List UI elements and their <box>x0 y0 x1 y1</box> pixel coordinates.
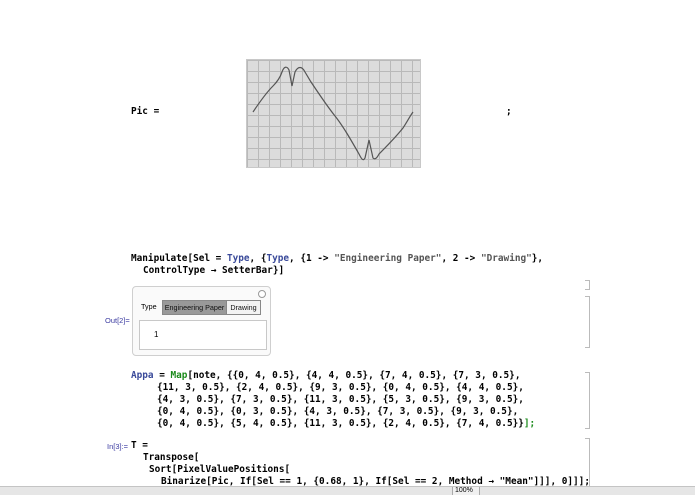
manipulate-input-line2[interactable]: ControlType → SetterBar}] <box>143 265 284 276</box>
waveform-drawing <box>252 66 414 161</box>
input-label: In[3]:= <box>107 442 129 451</box>
pic-assignment-label: Pic = <box>131 106 160 117</box>
manipulate-output-area: 1 <box>139 320 267 350</box>
code-token: Manipulate[Sel = <box>131 253 227 264</box>
manipulate-output-value: 1 <box>154 330 159 339</box>
setter-drawing[interactable]: Drawing <box>226 300 261 315</box>
code-token: Map <box>170 370 188 381</box>
appa-input-line3[interactable]: {4, 3, 0.5}, {7, 3, 0.5}, {11, 3, 0.5}, … <box>157 394 524 405</box>
code-token: Type <box>226 253 250 264</box>
appa-input-line1[interactable]: Appa = Map[note, {{0, 4, 0.5}, {4, 4, 0.… <box>131 370 520 381</box>
code-token: {0, 4, 0.5}, {5, 4, 0.5}, {11, 3, 0.5}, … <box>157 418 524 429</box>
appa-input-line5[interactable]: {0, 4, 0.5}, {5, 4, 0.5}, {11, 3, 0.5}, … <box>157 418 535 429</box>
code-token: [note, {{0, 4, 0.5}, {4, 4, 0.5}, {7, 4,… <box>187 370 521 381</box>
manipulate-panel[interactable]: Type Engineering Paper Drawing 1 <box>132 286 271 356</box>
setter-engineering-paper[interactable]: Engineering Paper <box>162 300 227 315</box>
pic-semicolon: ; <box>506 106 512 117</box>
t-input-line1[interactable]: T = <box>131 440 148 451</box>
appa-input-line4[interactable]: {0, 4, 0.5}, {0, 3, 0.5}, {4, 3, 0.5}, {… <box>157 406 518 417</box>
code-token: , {1 -> <box>289 253 335 264</box>
code-token: = <box>153 370 171 381</box>
code-token: , { <box>249 253 267 264</box>
code-string: "Drawing" <box>480 253 532 264</box>
cell-bracket[interactable] <box>585 280 590 290</box>
code-string: "Engineering Paper" <box>334 253 442 264</box>
cell-bracket[interactable] <box>585 372 590 429</box>
engineering-paper-image <box>246 59 421 168</box>
code-token: }, <box>531 253 544 264</box>
code-token: , 2 -> <box>441 253 481 264</box>
code-token: Appa <box>131 370 154 381</box>
cell-bracket[interactable] <box>585 296 590 348</box>
code-token: ]; <box>523 418 536 429</box>
manipulate-input-line1[interactable]: Manipulate[Sel = Type, {Type, {1 -> "Eng… <box>131 253 543 264</box>
appa-input-line2[interactable]: {11, 3, 0.5}, {2, 4, 0.5}, {9, 3, 0.5}, … <box>157 382 524 393</box>
code-token: Type <box>266 253 290 264</box>
add-bookmark-icon[interactable] <box>258 290 266 298</box>
setter-type-label: Type <box>141 302 157 311</box>
cell-bracket[interactable] <box>585 438 590 488</box>
output-label: Out[2]= <box>105 316 130 325</box>
t-input-line3[interactable]: Sort[PixelValuePositions[ <box>149 464 290 475</box>
t-input-line2[interactable]: Transpose[ <box>143 452 199 463</box>
